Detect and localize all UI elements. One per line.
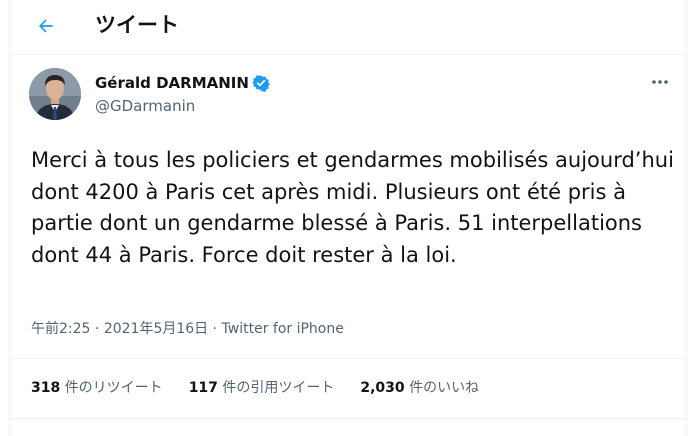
tweet-time: 午前2:25 [31, 321, 91, 337]
page-title: ツイート [95, 13, 179, 37]
tweet-source-link[interactable]: Twitter for iPhone [222, 321, 344, 337]
retweets-stat[interactable]: 318 件のリツイート [31, 378, 163, 398]
likes-stat[interactable]: 2,030 件のいいね [360, 378, 479, 398]
tweet-meta: 午前2:25 · 2021年5月16日 · Twitter for iPhone [31, 319, 344, 339]
retweets-label: 件のリツイート [64, 380, 163, 396]
meta-separator: · [94, 321, 100, 337]
quote-tweets-count: 117 [188, 380, 218, 396]
verified-badge-icon [252, 74, 270, 92]
tweet-detail-panel: ツイート Gérald DARMANIN @GDarmanin Merci à … [9, 0, 687, 436]
likes-count: 2,030 [360, 380, 405, 396]
back-button[interactable] [28, 8, 64, 44]
divider [10, 418, 686, 419]
author-handle[interactable]: @GDarmanin [95, 96, 195, 116]
tweet-timestamp-link[interactable]: 午前2:25 · 2021年5月16日 [31, 321, 208, 337]
meta-separator: · [212, 321, 218, 337]
likes-label: 件のいいね [409, 380, 480, 396]
divider [10, 358, 686, 359]
tweet-stats: 318 件のリツイート 117 件の引用ツイート 2,030 件のいいね [31, 378, 505, 398]
quote-tweets-label: 件の引用ツイート [222, 380, 335, 396]
arrow-left-icon [36, 16, 56, 36]
tweet-date: 2021年5月16日 [103, 321, 209, 337]
avatar[interactable] [29, 68, 81, 120]
quote-tweets-stat[interactable]: 117 件の引用ツイート [189, 378, 335, 398]
author-name[interactable]: Gérald DARMANIN [95, 73, 270, 93]
more-options-button[interactable] [646, 72, 674, 92]
retweets-count: 318 [31, 380, 61, 396]
tweet-text: Merci à tous les policiers et gendarmes … [31, 148, 674, 267]
page-header: ツイート [10, 0, 686, 55]
more-dots-icon [651, 79, 669, 85]
author-name-text: Gérald DARMANIN [95, 74, 249, 92]
